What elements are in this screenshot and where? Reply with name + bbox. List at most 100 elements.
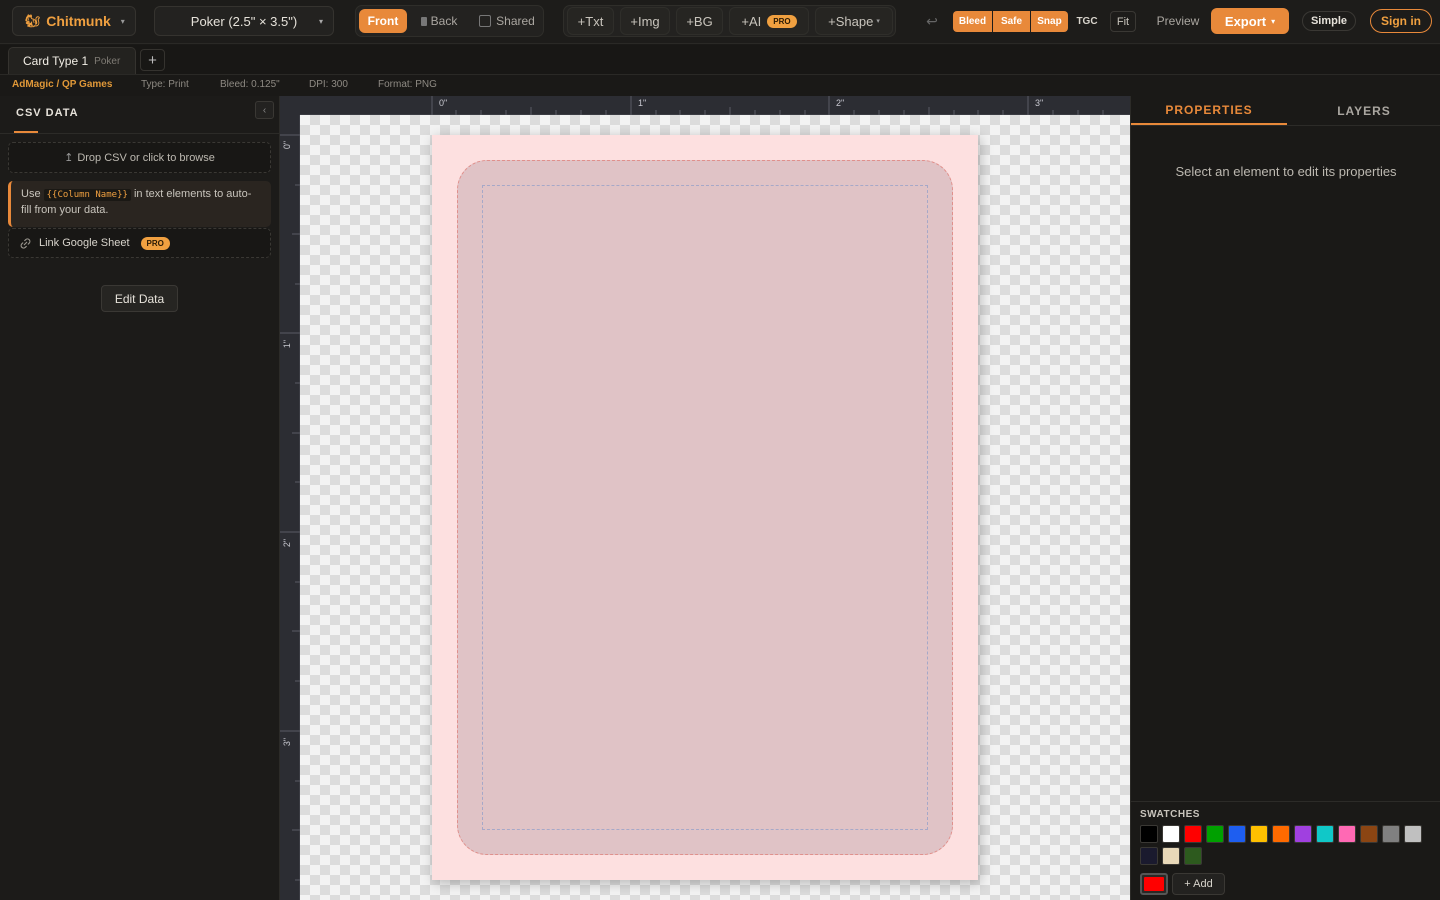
sign-in-button[interactable]: Sign in xyxy=(1370,9,1432,33)
checkbox-icon xyxy=(479,15,492,27)
ruler-label: 1" xyxy=(282,339,293,349)
add-background-button[interactable]: +BG xyxy=(676,7,723,35)
color-swatch[interactable] xyxy=(1360,825,1378,843)
color-swatch[interactable] xyxy=(1162,847,1180,865)
add-text-button[interactable]: +Txt xyxy=(567,7,614,35)
bleed-info: Bleed: 0.125" xyxy=(220,79,280,90)
add-image-button[interactable]: +Img xyxy=(620,7,670,35)
undo-icon[interactable]: ↩ xyxy=(920,9,944,33)
card-bleed-area[interactable] xyxy=(432,135,978,880)
export-button[interactable]: Export ▾ xyxy=(1211,8,1289,34)
top-ruler[interactable]: 0" 1" 2" 3" xyxy=(300,96,1130,115)
csv-drop-zone[interactable]: ↥ Drop CSV or click to browse xyxy=(8,142,271,173)
left-ruler-ticks xyxy=(280,134,300,881)
shared-checkbox[interactable]: Shared xyxy=(474,9,540,33)
ruler-corner xyxy=(280,96,300,115)
edit-data-button[interactable]: Edit Data xyxy=(101,285,178,312)
ruler-label: 3" xyxy=(1035,98,1044,108)
brand-name: Chitmunk xyxy=(46,13,111,29)
color-swatch[interactable] xyxy=(1162,825,1180,843)
link-google-sheet-button[interactable]: Link Google Sheet PRO xyxy=(8,228,271,258)
tab-label: Card Type 1 xyxy=(23,54,89,68)
export-label: Export xyxy=(1224,13,1267,29)
tab-properties[interactable]: PROPERTIES xyxy=(1131,96,1287,125)
tgc-toggle[interactable]: TGC xyxy=(1074,11,1100,32)
brand-menu[interactable]: 🐿 Chitmunk ▾ xyxy=(12,6,136,36)
color-swatch[interactable] xyxy=(1228,825,1246,843)
swatches-title: SWATCHES xyxy=(1140,809,1200,820)
chevron-down-icon: ▾ xyxy=(120,16,125,26)
tab-layers[interactable]: LAYERS xyxy=(1287,96,1440,125)
left-ruler[interactable]: 0" 1" 2" 3" xyxy=(280,115,300,900)
hint-code: {{Column Name}} xyxy=(43,189,131,201)
color-swatch[interactable] xyxy=(1316,825,1334,843)
back-side-button[interactable]: Back xyxy=(414,9,464,33)
add-shape-button[interactable]: +Shape ▾ xyxy=(815,7,893,35)
empty-selection-message: Select an element to edit its properties xyxy=(1175,164,1397,179)
color-swatch[interactable] xyxy=(1184,825,1202,843)
transparent-canvas[interactable] xyxy=(300,115,1130,900)
add-shape-label: +Shape xyxy=(828,13,874,29)
safe-toggle[interactable]: Safe xyxy=(993,11,1030,32)
front-side-button[interactable]: Front xyxy=(359,9,407,33)
tab-card-type-1[interactable]: Card Type 1 Poker xyxy=(8,47,136,74)
breadcrumb[interactable]: AdMagic / QP Games xyxy=(12,79,112,90)
csv-data-panel: CSV DATA ‹ ↥ Drop CSV or click to browse… xyxy=(0,96,280,900)
color-swatch[interactable] xyxy=(1250,825,1268,843)
ruler-label: 2" xyxy=(282,538,293,548)
link-icon xyxy=(20,237,31,249)
color-swatch[interactable] xyxy=(1338,825,1356,843)
divider xyxy=(1131,125,1440,126)
current-color-swatch[interactable] xyxy=(1140,873,1168,895)
title-underline xyxy=(14,131,38,133)
add-ai-button[interactable]: +AI PRO xyxy=(729,7,809,35)
ruler-label: 3" xyxy=(282,737,293,747)
color-swatch[interactable] xyxy=(1404,825,1422,843)
top-toolbar: 🐿 Chitmunk ▾ Poker (2.5" × 3.5") ▾ Front… xyxy=(0,0,1440,44)
color-swatch[interactable] xyxy=(1184,847,1202,865)
fit-button[interactable]: Fit xyxy=(1110,11,1136,32)
card-cut-line[interactable] xyxy=(457,160,953,855)
back-label: Back xyxy=(430,14,458,28)
drop-label: Drop CSV or click to browse xyxy=(77,151,215,164)
color-swatch[interactable] xyxy=(1272,825,1290,843)
project-info-bar: AdMagic / QP Games Type: Print Bleed: 0.… xyxy=(0,76,1440,95)
card-type-tabbar: Card Type 1 Poker + xyxy=(0,45,1440,75)
color-swatch[interactable] xyxy=(1382,825,1400,843)
card-back-icon xyxy=(420,16,427,26)
add-card-type-button[interactable]: + xyxy=(140,49,165,71)
add-ai-label: +AI xyxy=(741,13,762,29)
color-swatch[interactable] xyxy=(1294,825,1312,843)
card-size-select[interactable]: Poker (2.5" × 3.5") ▾ xyxy=(154,6,334,36)
panel-title: CSV DATA xyxy=(16,107,79,119)
simple-mode-button[interactable]: Simple xyxy=(1302,11,1356,31)
color-swatch[interactable] xyxy=(1206,825,1224,843)
collapse-panel-icon[interactable]: ‹ xyxy=(255,101,274,119)
chevron-down-icon: ▾ xyxy=(1271,16,1276,26)
card-size-value: Poker (2.5" × 3.5") xyxy=(190,13,298,29)
upload-icon: ↥ xyxy=(64,152,74,164)
preview-button[interactable]: Preview xyxy=(1150,9,1206,33)
divider xyxy=(1131,801,1440,802)
add-swatch-button[interactable]: + Add xyxy=(1172,873,1225,895)
format-info: Format: PNG xyxy=(378,79,437,90)
tab-sublabel: Poker xyxy=(94,55,121,67)
column-hint-box: Use {{Column Name}} in text elements to … xyxy=(8,181,271,227)
color-swatch[interactable] xyxy=(1140,847,1158,865)
ruler-label: 0" xyxy=(282,140,293,150)
color-swatch[interactable] xyxy=(1140,825,1158,843)
print-type: Type: Print xyxy=(141,79,189,90)
pro-badge: PRO xyxy=(767,14,797,28)
divider xyxy=(0,133,280,134)
card-safe-zone xyxy=(482,185,928,830)
top-ruler-ticks xyxy=(431,96,1104,115)
snap-toggle[interactable]: Snap xyxy=(1031,11,1068,32)
bleed-toggle[interactable]: Bleed xyxy=(953,11,992,32)
ruler-label: 0" xyxy=(439,98,448,108)
ruler-label: 1" xyxy=(638,98,647,108)
chevron-down-icon: ▾ xyxy=(318,16,323,26)
google-sheet-label: Link Google Sheet xyxy=(39,237,130,249)
properties-panel: PROPERTIES LAYERS Select an element to e… xyxy=(1130,96,1440,900)
shared-label: Shared xyxy=(496,14,535,28)
dpi-info: DPI: 300 xyxy=(309,79,348,90)
